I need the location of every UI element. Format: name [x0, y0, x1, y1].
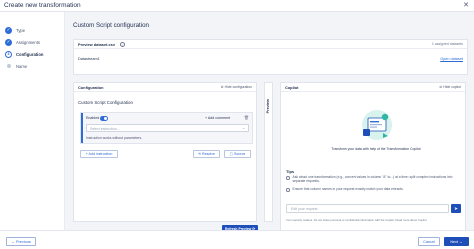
preview-header: Preview dataset.csv i 1 assigned dataset… [74, 40, 467, 49]
cancel-button[interactable]: Cancel [418, 237, 440, 246]
trash-icon[interactable]: 🗑 [244, 115, 249, 120]
configuration-header: Configuration ⊘Hide configuration [74, 83, 256, 92]
select-placeholder: Select instruction... [90, 126, 120, 131]
preview-collapsed-strip[interactable]: Preview [264, 82, 273, 222]
resolve-button[interactable]: ⟲ Resolve [193, 150, 220, 158]
copilot-header: Copilot ⊘Hide copilot [281, 83, 465, 92]
code-icon: ▢ [229, 151, 233, 156]
step-label: Type [16, 27, 26, 33]
next-button[interactable]: Next → [444, 237, 469, 246]
instruction-card: Enabled + Add comment 🗑 Select instructi… [80, 112, 253, 144]
copilot-title: Copilot [285, 85, 299, 91]
eye-off-icon: ⊘ [439, 85, 443, 90]
arrow-right-icon: → [459, 239, 463, 244]
step-configuration[interactable]: 3 Configuration [5, 49, 43, 59]
configuration-panel: Configuration ⊘Hide configuration Custom… [73, 82, 258, 232]
configuration-title: Configuration [78, 85, 104, 91]
preview-title: Preview dataset.csv [78, 42, 115, 47]
step-number-icon: 3 [5, 50, 12, 58]
title-bar: Create new transformation ✕ [0, 0, 474, 12]
page-title: Custom Script configuration [73, 22, 150, 29]
pending-dot-icon [6, 64, 11, 68]
tip-item: Ensure that column names in your request… [286, 187, 462, 192]
window-title: Create new transformation [4, 2, 81, 9]
add-instruction-button[interactable]: + Add instruction [80, 150, 118, 158]
copilot-request-input[interactable]: Edit your request [286, 204, 449, 213]
copilot-illustration [362, 110, 392, 140]
resolve-icon: ⟲ [198, 151, 202, 156]
preview-strip-label: Preview [266, 99, 270, 114]
copilot-panel: Copilot ⊘Hide copilot Transform your dat… [280, 82, 466, 232]
enabled-toggle[interactable] [100, 116, 108, 121]
previous-button[interactable]: ← Previous [6, 237, 36, 246]
step-name[interactable]: Name [5, 61, 27, 71]
tip-item: Ask about one transformation (e.g., conv… [286, 175, 462, 184]
assigned-count: 1 assigned datasets [431, 42, 463, 47]
dataset-name: Datastream1 [78, 57, 100, 61]
preview-dataset-panel: Preview dataset.csv i 1 assigned dataset… [73, 39, 468, 75]
enabled-label: Enabled [86, 116, 100, 121]
check-icon: ✓ [5, 26, 12, 34]
source-button[interactable]: ▢ Source [224, 150, 251, 158]
open-dataset-link[interactable]: Open dataset [440, 57, 463, 61]
arrow-left-icon: ← [11, 239, 15, 244]
stepper-sidebar: ✓ Type ✓ Assignments 3 Configuration Nam… [0, 12, 65, 230]
step-assignments[interactable]: ✓ Assignments [5, 37, 40, 47]
step-type[interactable]: ✓ Type [5, 25, 25, 35]
eye-off-icon: ⊘ [220, 85, 224, 90]
step-label: Name [16, 63, 28, 69]
instruction-select[interactable]: Select instruction... ⌄ [86, 124, 249, 132]
hide-copilot-button[interactable]: ⊘Hide copilot [439, 85, 461, 89]
step-label: Assignments [16, 39, 40, 45]
hide-configuration-button[interactable]: ⊘Hide configuration [221, 85, 252, 89]
copilot-disclaimer: Your security matters. Do not share pers… [286, 218, 427, 222]
add-comment-button[interactable]: + Add comment [205, 116, 230, 120]
footer-bar: ← Previous Cancel Next → [0, 230, 474, 249]
send-icon[interactable]: ➤ [451, 204, 461, 213]
tips-title: Tips [286, 169, 295, 174]
close-icon[interactable]: ✕ [463, 1, 469, 9]
main-content: Custom Script configuration Preview data… [65, 12, 474, 232]
custom-script-title: Custom Script Configuration [78, 100, 133, 105]
copilot-caption: Transform your data with help of the Tra… [331, 147, 421, 151]
info-icon[interactable]: i [120, 41, 125, 47]
tip-bullet-icon [286, 188, 290, 192]
check-icon: ✓ [5, 38, 12, 46]
instruction-accent-bar [81, 113, 83, 143]
instruction-note: Instruction works without parameters. [86, 136, 143, 140]
chevron-down-icon: ⌄ [242, 126, 245, 130]
tip-bullet-icon [286, 176, 290, 180]
step-label: Configuration [16, 51, 44, 57]
request-placeholder: Edit your request [291, 207, 318, 212]
